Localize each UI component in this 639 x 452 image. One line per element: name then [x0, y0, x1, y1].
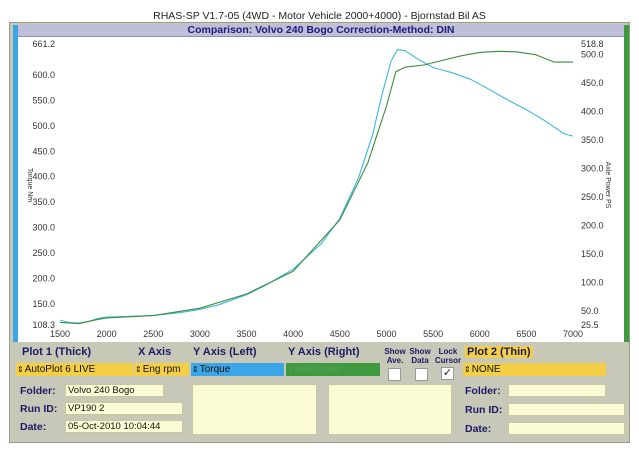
plot1-select-value: AutoPlot 6 LIVE: [24, 364, 96, 375]
x-tick-label: 3500: [237, 329, 257, 339]
lock-cursor-label-line1: Lock: [438, 347, 458, 356]
date-label: Date:: [20, 421, 47, 433]
y-right-tick-label: 250.0: [581, 192, 604, 202]
show-data-checkbox[interactable]: [415, 368, 428, 381]
y-right-tick-label: 100.0: [581, 278, 604, 288]
lock-cursor-checkbox[interactable]: ✓: [441, 367, 454, 380]
y-right-tick-label: 450.0: [581, 78, 604, 88]
y-right-tick-label: 200.0: [581, 221, 604, 231]
y-left-tick-label: 300.0: [32, 223, 55, 233]
y-right-tick-label: 50.0: [581, 306, 599, 316]
plot2-label: Plot 2 (Thin): [465, 346, 533, 358]
y-left-tick-label: 600.0: [32, 70, 55, 80]
y-axis-left-select-value: Torque: [199, 364, 231, 375]
series-line-torque: [59, 49, 574, 324]
y-left-tick-label: 450.0: [32, 146, 55, 156]
y-axis-right-label: Y Axis (Right): [288, 346, 360, 358]
updown-arrow-icon: ⇕: [287, 365, 294, 374]
date-field-plot2: [508, 422, 625, 435]
plot2-select-value: NONE: [471, 364, 501, 375]
plot1-select[interactable]: ⇕AutoPlot 6 LIVE: [16, 363, 133, 376]
x-axis-label: X Axis: [138, 346, 172, 358]
lock-cursor-label-line2: Cursor: [434, 356, 462, 365]
updown-arrow-icon: ⇕: [17, 365, 24, 374]
y-left-tick-label: 500.0: [32, 121, 55, 131]
folder-label: Folder:: [20, 385, 56, 397]
x-tick-label: 5000: [376, 329, 396, 339]
y-axis-right-select[interactable]: ⇕AxlePower: [286, 363, 380, 376]
y-right-tick-label: 150.0: [581, 249, 604, 259]
lock-cursor-label: Lock Cursor: [432, 347, 464, 365]
y-left-tick-label: 200.0: [32, 273, 55, 283]
runid-field: VP190 2: [65, 402, 183, 415]
runid-label: Run ID:: [20, 403, 58, 415]
y-right-tick-label: 518.8: [581, 39, 604, 49]
x-axis-select[interactable]: ⇕Eng rpm: [134, 363, 189, 376]
y-right-tick-label: 25.5: [581, 320, 599, 330]
y-left-tick-label: 661.2: [32, 39, 55, 49]
y-right-tick-label: 300.0: [581, 164, 604, 174]
x-axis-select-value: Eng rpm: [142, 364, 181, 375]
show-ave-checkbox[interactable]: [388, 368, 401, 381]
x-tick-label: 4500: [330, 329, 350, 339]
updown-arrow-icon: ⇕: [464, 365, 471, 374]
x-tick-label: 6500: [516, 329, 536, 339]
notes-box-plot1[interactable]: [192, 384, 317, 435]
date-field: 05-Oct-2010 10:04:44: [65, 420, 183, 433]
x-tick-label: 2500: [143, 329, 163, 339]
x-tick-label: 6000: [470, 329, 490, 339]
show-ave-label-line2: Ave.: [386, 356, 404, 365]
y-left-tick-label: 550.0: [32, 96, 55, 106]
y-right-axis-title: Axle Power PS: [604, 162, 611, 209]
y-left-tick-label: 250.0: [32, 248, 55, 258]
notes-box-plot2[interactable]: [328, 384, 452, 435]
y-right-tick-label: 400.0: [581, 107, 604, 117]
y-axis-right-select-value: AxlePower: [294, 364, 343, 375]
x-tick-label: 2000: [97, 329, 117, 339]
x-tick-label: 5500: [423, 329, 443, 339]
runid-label-plot2: Run ID:: [465, 404, 503, 416]
y-left-tick-label: 108.3: [32, 320, 55, 330]
y-axis-left-label: Y Axis (Left): [193, 346, 257, 358]
x-tick-label: 4000: [283, 329, 303, 339]
show-data-label-line2: Data: [411, 356, 429, 365]
updown-arrow-icon: ⇕: [135, 365, 142, 374]
y-left-tick-label: 350.0: [32, 197, 55, 207]
y-left-tick-label: 150.0: [32, 299, 55, 309]
plot2-select[interactable]: ⇕NONE: [463, 363, 606, 376]
check-icon: ✓: [442, 367, 453, 379]
show-ave-label: Show Ave.: [381, 347, 409, 365]
folder-label-plot2: Folder:: [465, 385, 501, 397]
folder-field: Volvo 240 Bogo: [65, 384, 164, 397]
x-tick-label: 1500: [50, 329, 70, 339]
x-tick-label: 3000: [190, 329, 210, 339]
show-ave-label-line1: Show: [384, 347, 406, 356]
series-line-axlepower: [59, 50, 573, 325]
show-data-label-line1: Show: [409, 347, 431, 356]
y-axis-left-select[interactable]: ⇕Torque: [191, 363, 284, 376]
folder-field-plot2: [508, 384, 606, 397]
y-left-tick-label: 400.0: [32, 172, 55, 182]
y-left-axis-title: Torque Nm: [26, 168, 33, 202]
show-data-label: Show Data: [407, 347, 433, 365]
y-right-tick-label: 500.0: [581, 50, 604, 60]
updown-arrow-icon: ⇕: [192, 365, 199, 374]
x-tick-label: 7000: [563, 329, 583, 339]
runid-field-plot2: [508, 403, 625, 416]
y-right-tick-label: 350.0: [581, 135, 604, 145]
plot1-label: Plot 1 (Thick): [22, 346, 92, 358]
date-label-plot2: Date:: [465, 423, 492, 435]
